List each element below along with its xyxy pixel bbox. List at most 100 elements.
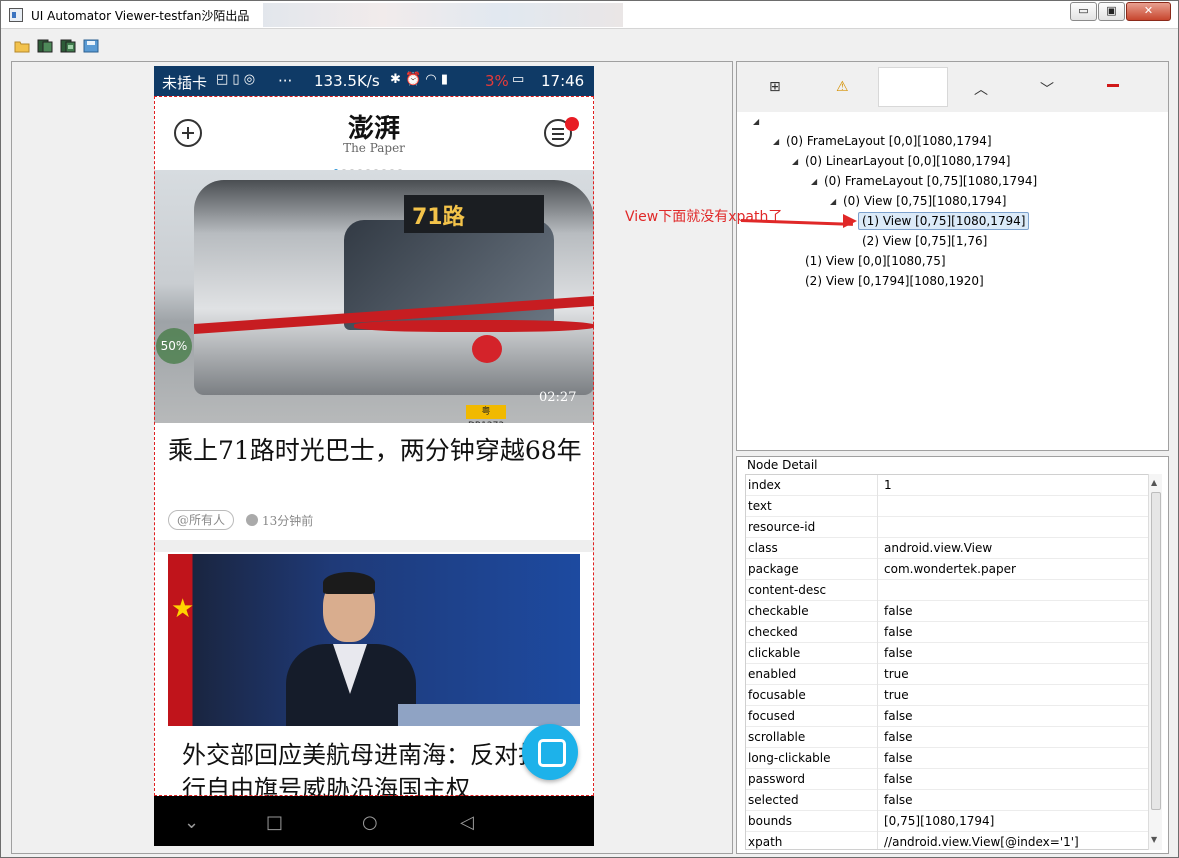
detail-value[interactable]: true (884, 667, 909, 681)
detail-value[interactable]: android.view.View (884, 541, 992, 555)
next-icon[interactable]: ﹀ (1040, 79, 1054, 99)
column-divider (877, 790, 878, 811)
column-divider (877, 601, 878, 622)
nav-back-icon[interactable]: ◁ (460, 812, 474, 833)
detail-value[interactable]: false (884, 646, 913, 660)
device-screenshot-compressed-icon[interactable] (60, 39, 76, 53)
article-title-1[interactable]: 乘上71路时光巴士，两分钟穿越68年 (168, 434, 588, 467)
detail-value[interactable]: //android.view.View[@index='1'] (884, 835, 1079, 849)
detail-row[interactable]: enabled true (746, 664, 1148, 685)
detail-row[interactable]: focused false (746, 706, 1148, 727)
nav-home-icon[interactable]: ○ (362, 812, 378, 833)
detail-row[interactable]: focusable true (746, 685, 1148, 706)
detail-scrollbar[interactable]: ▲ ▼ (1148, 474, 1162, 850)
detail-row[interactable]: text (746, 496, 1148, 517)
save-icon[interactable] (83, 39, 99, 53)
device-screenshot-icon[interactable] (37, 39, 53, 53)
detail-key: password (748, 772, 805, 786)
article-separator (154, 540, 594, 552)
scroll-down-icon[interactable]: ▼ (1151, 835, 1157, 844)
detail-value[interactable]: false (884, 709, 913, 723)
detail-value[interactable]: false (884, 751, 913, 765)
nav-recents-icon[interactable]: □ (266, 812, 283, 833)
tree-root-toggle[interactable]: ◢ (753, 117, 759, 126)
previous-icon[interactable]: ︿ (974, 79, 988, 99)
detail-row[interactable]: index 1 (746, 475, 1148, 496)
notification-dot (565, 117, 579, 131)
tree-node[interactable]: (0) View [0,75][1080,1794] (843, 194, 1006, 208)
screenshot-pane: 未插卡 ◰ ▯ ◎ ··· 133.5K/s ✱ ⏰ ◠ ▮ 3% ▭ 17:4… (11, 61, 733, 854)
detail-row[interactable]: package com.wondertek.paper (746, 559, 1148, 580)
detail-row[interactable]: checked false (746, 622, 1148, 643)
tree-node[interactable]: (2) View [0,75][1,76] (862, 234, 987, 248)
detail-row[interactable]: content-desc (746, 580, 1148, 601)
detail-value[interactable]: com.wondertek.paper (884, 562, 1016, 576)
tree-node[interactable]: (1) View [0,0][1080,75] (805, 254, 946, 268)
detail-value[interactable]: 1 (884, 478, 892, 492)
detail-key: focusable (748, 688, 806, 702)
scroll-thumb[interactable] (1151, 492, 1161, 810)
detail-value[interactable]: false (884, 772, 913, 786)
hierarchy-tree: ◢ ◢ (0) FrameLayout [0,0][1080,1794] ◢ (… (737, 112, 1168, 442)
detail-value[interactable]: true (884, 688, 909, 702)
column-divider (877, 727, 878, 748)
clear-icon[interactable] (1107, 84, 1119, 87)
open-folder-icon[interactable] (14, 39, 30, 53)
detail-key: focused (748, 709, 796, 723)
phone-status-bar: 未插卡 ◰ ▯ ◎ ··· 133.5K/s ✱ ⏰ ◠ ▮ 3% ▭ 17:4… (154, 66, 594, 96)
detail-row[interactable]: clickable false (746, 643, 1148, 664)
battery-icon: ▭ (512, 72, 525, 87)
detail-value[interactable]: false (884, 730, 913, 744)
detail-key: selected (748, 793, 799, 807)
detail-key: checked (748, 625, 798, 639)
search-input[interactable] (878, 67, 948, 107)
detail-key: xpath (748, 835, 783, 849)
app-icon (9, 8, 23, 22)
detail-row[interactable]: scrollable false (746, 727, 1148, 748)
video-duration: 02:27 (539, 390, 577, 405)
article-image-press[interactable]: ★ (168, 554, 580, 726)
carrier-text: 未插卡 (162, 74, 208, 92)
tree-node[interactable]: (2) View [0,1794][1080,1920] (805, 274, 984, 288)
tree-node[interactable]: (0) LinearLayout [0,0][1080,1794] (805, 154, 1010, 168)
column-divider (877, 496, 878, 517)
detail-row[interactable]: selected false (746, 790, 1148, 811)
column-divider (877, 685, 878, 706)
device-screenshot[interactable]: 未插卡 ◰ ▯ ◎ ··· 133.5K/s ✱ ⏰ ◠ ▮ 3% ▭ 17:4… (154, 66, 594, 846)
tree-toggle[interactable]: ◢ (811, 177, 817, 186)
detail-row[interactable]: class android.view.View (746, 538, 1148, 559)
nav-down-icon[interactable]: ⌄ (184, 812, 199, 833)
detail-row[interactable]: resource-id (746, 517, 1148, 538)
detail-value[interactable]: false (884, 793, 913, 807)
close-button[interactable]: ✕ (1126, 2, 1171, 21)
expand-all-icon[interactable]: ⊞ (769, 79, 781, 95)
detail-value[interactable]: false (884, 604, 913, 618)
tree-node[interactable]: (0) FrameLayout [0,75][1080,1794] (824, 174, 1037, 188)
detail-row[interactable]: xpath //android.view.View[@index='1'] (746, 832, 1148, 849)
tree-toggle[interactable]: ◢ (773, 137, 779, 146)
detail-row[interactable]: long-clickable false (746, 748, 1148, 769)
main-toolbar (1, 31, 1178, 59)
tree-toggle[interactable]: ◢ (792, 157, 798, 166)
detail-key: clickable (748, 646, 801, 660)
tree-toggle[interactable]: ◢ (830, 197, 836, 206)
warning-icon[interactable]: ⚠ (836, 79, 849, 95)
article-image-bus[interactable]: 71路 粤DR1273 50% 02:27 (154, 170, 594, 423)
detail-row[interactable]: bounds [0,75][1080,1794] (746, 811, 1148, 832)
detail-value[interactable]: [0,75][1080,1794] (884, 814, 994, 828)
bus-plate: 粤DR1273 (466, 405, 506, 423)
minimize-button[interactable]: ▭ (1070, 2, 1097, 21)
detail-row[interactable]: checkable false (746, 601, 1148, 622)
detail-key: content-desc (748, 583, 827, 597)
maximize-button[interactable]: ▣ (1098, 2, 1125, 21)
article-tag[interactable]: @所有人 (168, 510, 235, 530)
scroll-up-icon[interactable]: ▲ (1151, 478, 1157, 487)
tree-node[interactable]: (0) FrameLayout [0,0][1080,1794] (786, 134, 992, 148)
window-title: UI Automator Viewer-testfan沙陌出品 (31, 9, 250, 23)
video-fab-button[interactable] (522, 724, 578, 780)
detail-value[interactable]: false (884, 625, 913, 639)
background-window-blur (263, 3, 623, 27)
tree-node-selected[interactable]: (1) View [0,75][1080,1794] (858, 212, 1030, 230)
status-icons: ◰ ▯ ◎ (216, 72, 256, 87)
detail-row[interactable]: password false (746, 769, 1148, 790)
